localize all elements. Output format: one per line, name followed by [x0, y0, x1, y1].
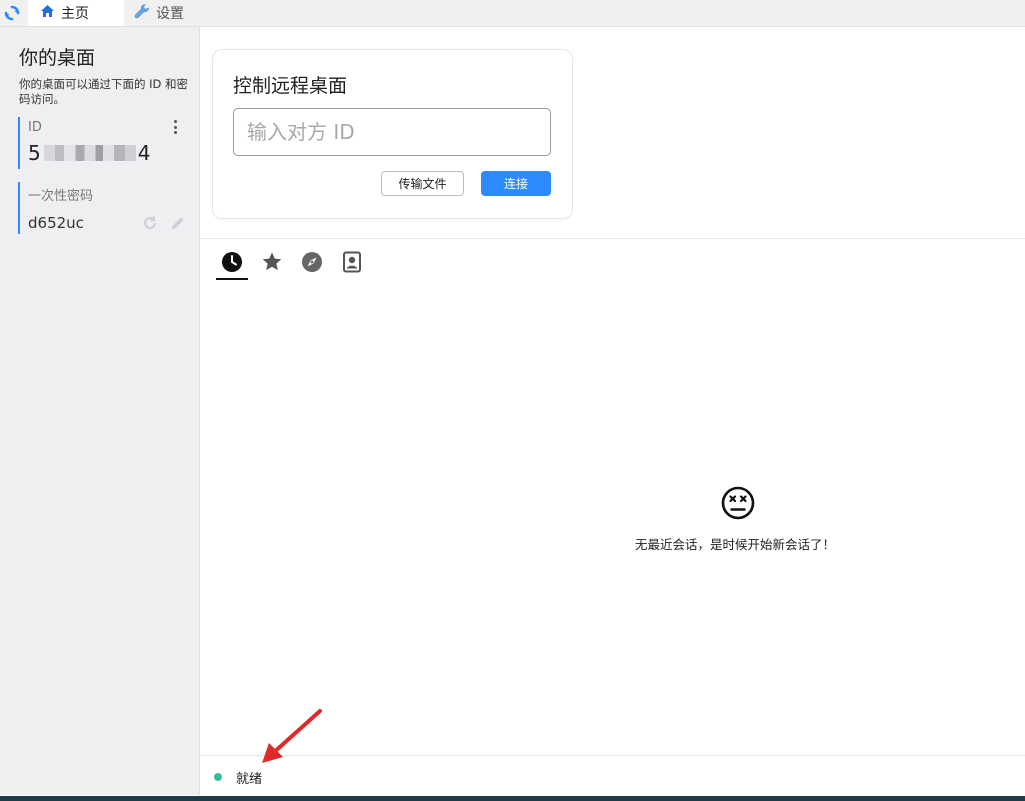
section-divider: [200, 238, 1025, 239]
more-options-icon[interactable]: [170, 119, 180, 135]
remote-desktop-card: 控制远程桌面 传输文件 连接: [212, 49, 573, 219]
id-value[interactable]: 5 4: [28, 141, 188, 165]
dizzy-face-icon: [721, 486, 755, 520]
tab-recent-sessions[interactable]: [216, 250, 248, 280]
tab-address-book[interactable]: [336, 250, 368, 278]
rustdesk-logo-icon: [0, 0, 24, 26]
session-tabs: [216, 250, 368, 280]
id-redacted-mask: [43, 145, 136, 161]
empty-sessions-message: 无最近会话，是时候开始新会话了！: [634, 537, 835, 552]
remote-id-input[interactable]: [233, 108, 551, 156]
tab-home[interactable]: 主页: [28, 0, 124, 26]
id-prefix: 5: [28, 141, 42, 165]
your-desktop-title: 你的桌面: [19, 47, 96, 69]
transfer-file-button[interactable]: 传输文件: [381, 171, 464, 196]
star-icon: [261, 251, 283, 277]
remote-desktop-title: 控制远程桌面: [233, 75, 348, 97]
id-suffix: 4: [137, 141, 152, 165]
password-block: 一次性密码 d652uc: [18, 182, 188, 234]
password-label: 一次性密码: [28, 189, 94, 204]
window-bottom-edge: [0, 796, 1025, 801]
id-label: ID: [28, 120, 42, 135]
refresh-icon[interactable]: [140, 213, 160, 233]
edit-icon[interactable]: [168, 213, 188, 233]
home-icon: [40, 4, 55, 22]
top-tab-bar: 主页 设置: [0, 0, 1025, 27]
red-arrow-annotation: [262, 709, 322, 763]
tab-favorites[interactable]: [256, 250, 288, 278]
sidebar: 你的桌面 你的桌面可以通过下面的 ID 和密码访问。 ID 5 4 一次性密码 …: [0, 27, 200, 795]
tab-settings[interactable]: 设置: [124, 0, 214, 26]
status-indicator-dot: [214, 773, 222, 781]
your-desktop-description: 你的桌面可以通过下面的 ID 和密码访问。: [19, 77, 189, 106]
password-value[interactable]: d652uc: [28, 214, 132, 232]
password-row: d652uc: [28, 213, 188, 233]
compass-icon: [301, 251, 323, 277]
connect-button[interactable]: 连接: [481, 171, 551, 196]
status-text: 就绪: [236, 772, 263, 787]
clock-icon: [221, 251, 243, 277]
tab-discovered[interactable]: [296, 250, 328, 278]
wrench-icon: [134, 3, 150, 23]
tab-settings-label: 设置: [156, 6, 184, 22]
id-block: ID 5 4: [18, 117, 188, 169]
tab-home-label: 主页: [61, 6, 89, 22]
contact-icon: [342, 251, 362, 277]
